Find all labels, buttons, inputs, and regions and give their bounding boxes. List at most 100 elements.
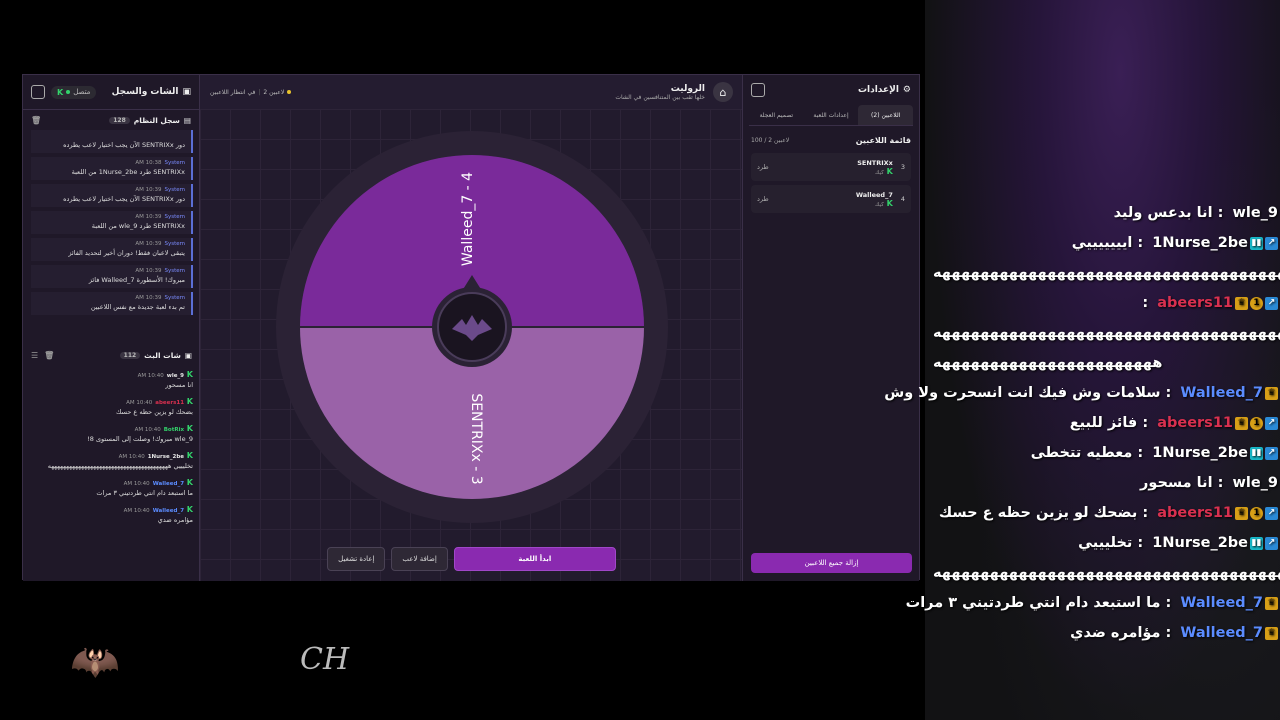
prime-badge-icon: ↗: [1265, 506, 1278, 520]
chat-icon: ▣: [182, 87, 191, 97]
overlay-message: مؤامره ضدي: [1070, 625, 1161, 641]
bat-logo-icon: 🦇: [70, 639, 120, 685]
log-time: AM 10:39: [135, 214, 162, 220]
overlay-chat-line: wle_9 : انا بدعس وليد: [933, 198, 1278, 228]
system-log-title-wrap: 128 سجل النظام ▤: [105, 116, 191, 125]
prime-badge-icon: ↗: [1265, 296, 1278, 310]
home-button[interactable]: ⌂: [713, 82, 733, 102]
chat-time: AM 10:40: [134, 427, 161, 433]
overlay-separator: :: [1137, 505, 1154, 521]
log-entry-meta: AM 10:38 System: [35, 160, 185, 166]
log-entry-meta: AM 10:39 System: [35, 241, 185, 247]
overlay-chat-continuation: هههههههههههههههههههههههه: [933, 355, 1163, 371]
remove-all-players-button[interactable]: إزالة جميع اللاعبين: [751, 553, 912, 573]
players-list: طرد SENTRIXx كيك K 3 طرد Walleed_7 كيك K4: [743, 153, 919, 213]
overlay-separator: :: [1132, 445, 1149, 461]
add-player-button[interactable]: إضافة لاعب: [391, 547, 448, 571]
log-source: System: [164, 160, 185, 166]
players-list-title: قائمة اللاعبين: [855, 136, 911, 145]
log-entry-meta: AM 10:39 System: [35, 187, 185, 193]
chat-text: ما استبعد دام انتي طردتيني ٣ مرات: [96, 489, 193, 497]
player-number: 3: [900, 163, 905, 171]
collapse-panel-icon[interactable]: [31, 85, 45, 99]
kick-logo-icon: K: [184, 451, 193, 460]
kick-player-button[interactable]: طرد: [757, 163, 769, 171]
player-info: SENTRIXx كيك K: [857, 159, 893, 176]
log-text: يتبقى لاعبان فقط! دوران أخير لتحديد الفا…: [68, 249, 185, 257]
switch-badge-icon: ▮▮: [1250, 446, 1263, 460]
wheel-area: Walleed_7 - 4 SENTRIXx - 3: [200, 109, 743, 581]
top-black-area: [0, 0, 925, 74]
system-log-header: 🗑 128 سجل النظام ▤: [23, 110, 199, 130]
trash-icon[interactable]: 🗑: [44, 351, 54, 360]
restart-button[interactable]: إعادة تشغيل: [327, 547, 386, 571]
chat-text: انا مسحور: [165, 381, 193, 389]
tab-wheel-design[interactable]: تصميم العجلة: [749, 105, 804, 125]
chat-log-title-wrap: الشات والسجل ▣: [112, 87, 191, 97]
prime-badge-icon: ↗: [1265, 236, 1278, 250]
roulette-main: في انتظار اللاعبين | 2 لاعبين الروليت خل…: [200, 75, 743, 581]
tab-game-settings[interactable]: إعدادات اللعبة: [804, 105, 859, 125]
settings-panel: الإعدادات ⚙ تصميم العجلة إعدادات اللعبة …: [742, 75, 919, 581]
settings-tabs: تصميم العجلة إعدادات اللعبة اللاعبين (2): [749, 105, 914, 126]
player-count: 2 لاعبين: [263, 88, 285, 96]
tab-players[interactable]: اللاعبين (2): [858, 105, 914, 125]
crown-badge-icon: ♛: [1235, 506, 1248, 520]
overlay-chat-line: ↗▮▮1Nurse_2be : معطيه تتخطى: [933, 438, 1278, 468]
overlay-username: abeers11: [1157, 505, 1233, 521]
chat-message: AM 10:40 wle_9 K انا مسحور: [31, 370, 193, 389]
overlay-message: معطيه تتخطى: [1030, 445, 1133, 461]
overlay-separator: :: [1132, 235, 1149, 251]
players-status: في انتظار اللاعبين | 2 لاعبين: [210, 88, 292, 96]
log-time: AM 10:39: [135, 268, 162, 274]
trash-icon[interactable]: 🗑: [31, 116, 41, 125]
player-platform-label: كيك: [874, 169, 884, 176]
prime-badge-icon: ↗: [1265, 446, 1278, 460]
subscriber-badge-icon: 1: [1250, 416, 1263, 430]
overlay-username: Walleed_7: [1180, 595, 1263, 611]
overlay-message: ما استبعد دام انتي طردتيني ٣ مرات: [905, 595, 1161, 611]
overlay-chat-continuation: هههههههههههههههههههههههههههههههههههههههه: [933, 265, 1280, 281]
start-game-button[interactable]: ابدأ اللعبة: [453, 547, 616, 571]
chat-message-meta: AM 10:40 abeers11 K: [31, 397, 193, 406]
chat-time: AM 10:40: [123, 508, 150, 514]
player-info: Walleed_7 كيك K: [856, 191, 893, 208]
collapse-panel-icon[interactable]: [751, 83, 765, 97]
log-entry-meta: AM 10:39 System: [35, 268, 185, 274]
waiting-text: في انتظار اللاعبين: [210, 88, 256, 96]
log-time: AM 10:38: [135, 160, 162, 166]
overlay-chat-line: ↗▮▮1Nurse_2be : تخليييي: [933, 528, 1278, 558]
filter-icon[interactable]: ☰: [31, 351, 38, 360]
chat-message-meta: AM 10:40 1Nurse_2be K: [31, 451, 193, 460]
crown-badge-icon: ♛: [1235, 296, 1248, 310]
wheel-label-1: Walleed_7 - 4: [460, 172, 476, 266]
log-source: System: [164, 295, 185, 301]
ch-logo-icon: CH: [300, 642, 350, 677]
overlay-message: سلامات وش فيك انت انسحرت ولا وش: [884, 385, 1161, 401]
settings-title: الإعدادات: [857, 85, 899, 95]
chat-message: AM 10:40 abeers11 K بضحك لو يزين حظه ع حسك: [31, 397, 193, 416]
kick-logo-icon: K: [184, 370, 193, 379]
gear-icon: ⚙: [902, 85, 911, 95]
switch-badge-icon: ▮▮: [1250, 536, 1263, 550]
log-time: AM 10:39: [135, 295, 162, 301]
chat-text: تخليييي هههههههههههههههههههههههههههههههه…: [47, 462, 193, 470]
overlay-separator: :: [1212, 475, 1229, 491]
stream-chat-overlay: wle_9 : انا بدعس وليد ↗▮▮1Nurse_2be : ايي…: [884, 198, 1280, 648]
kick-logo-icon: K: [184, 424, 193, 433]
overlay-chat-line: ↗▮▮1Nurse_2be : ايييييييي: [933, 228, 1278, 258]
settings-title-wrap: الإعدادات ⚙: [858, 85, 911, 95]
chat-username: wle_9: [166, 373, 185, 379]
log-text: دور SENTRIXx الآن يجب اختيار لاعب يطرده: [63, 195, 185, 203]
overlay-message: ايييييييي: [1071, 235, 1133, 251]
kick-player-button[interactable]: طرد: [757, 195, 769, 203]
live-chat-title: شات البث: [144, 350, 181, 360]
overlay-username: abeers11: [1157, 415, 1233, 431]
wheel-label-2: SENTRIXx - 3: [468, 393, 484, 484]
overlay-chat-line: ↗1♛abeers11 : بضحك لو يزين حظه ع حسك: [933, 498, 1278, 528]
action-buttons: إعادة تشغيل إضافة لاعب ابدأ اللعبة: [200, 547, 743, 571]
log-source: System: [164, 214, 185, 220]
overlay-message: انا مسحور: [1140, 475, 1213, 491]
overlay-separator: :: [1137, 415, 1154, 431]
chat-message-meta: AM 10:40 BotRix K: [31, 424, 193, 433]
